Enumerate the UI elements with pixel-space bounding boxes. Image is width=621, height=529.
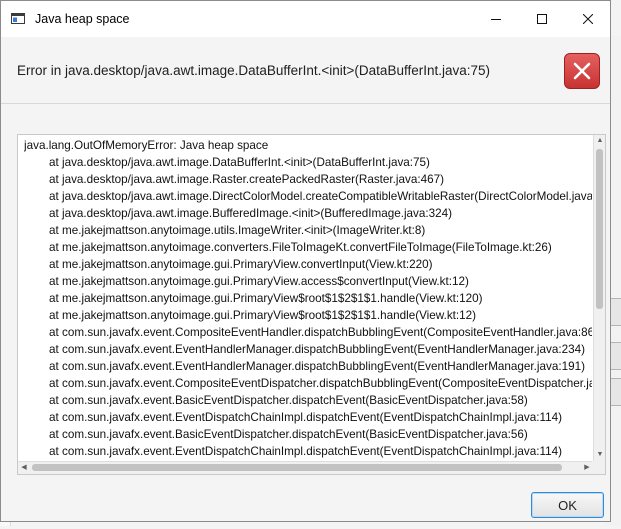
window-app-icon (11, 13, 25, 24)
stack-frame: at me.jakejmattson.anytoimage.utils.Imag… (49, 224, 426, 237)
stack-frame: at me.jakejmattson.anytoimage.converters… (49, 241, 552, 254)
error-x-icon (564, 53, 600, 89)
scrollbar-corner (592, 461, 605, 474)
error-dialog: Java heap space Error in java.desktop/ja… (0, 0, 611, 522)
stack-frame: at me.jakejmattson.anytoimage.gui.Primar… (49, 292, 483, 305)
vertical-scrollbar[interactable]: ▲ ▼ (593, 135, 605, 461)
stack-frame: at java.desktop/java.awt.image.Raster.cr… (49, 173, 444, 186)
scroll-down-icon[interactable]: ▼ (594, 449, 605, 461)
stack-frame: at com.sun.javafx.event.EventDispatchCha… (49, 411, 562, 424)
minimize-button[interactable] (473, 1, 519, 37)
maximize-icon (537, 14, 547, 24)
error-message: Error in java.desktop/java.awt.image.Dat… (17, 63, 491, 78)
scroll-left-icon[interactable]: ◀ (18, 462, 30, 474)
stack-frame: at com.sun.javafx.event.BasicEventDispat… (49, 394, 528, 407)
vertical-scroll-thumb[interactable] (596, 149, 603, 309)
stack-frame: at me.jakejmattson.anytoimage.gui.Primar… (49, 258, 433, 271)
x-mark-icon (573, 62, 591, 80)
stack-frame: at com.sun.javafx.event.EventHandlerMana… (49, 343, 585, 356)
stack-frame: at java.desktop/java.awt.image.DataBuffe… (49, 156, 430, 169)
horizontal-scroll-thumb[interactable] (32, 464, 562, 471)
close-button[interactable] (565, 1, 611, 37)
stack-frame: at com.sun.javafx.event.BasicEventDispat… (49, 428, 528, 441)
stacktrace-textarea[interactable]: java.lang.OutOfMemoryError: Java heap sp… (17, 134, 606, 475)
title-bar[interactable]: Java heap space (1, 1, 610, 37)
stack-frame: at java.desktop/java.awt.image.DirectCol… (49, 190, 592, 203)
dialog-content: java.lang.OutOfMemoryError: Java heap sp… (1, 104, 610, 521)
stack-frame: at me.jakejmattson.anytoimage.gui.Primar… (49, 309, 477, 322)
stack-frame: at com.sun.javafx.event.CompositeEventHa… (49, 326, 592, 339)
close-icon (583, 14, 593, 24)
exception-line: java.lang.OutOfMemoryError: Java heap sp… (24, 139, 269, 152)
stack-frame: at com.sun.javafx.event.CompositeEventDi… (49, 377, 592, 390)
maximize-button[interactable] (519, 1, 565, 37)
stacktrace-text: java.lang.OutOfMemoryError: Java heap sp… (24, 137, 592, 459)
stack-frame: at com.sun.javafx.event.EventDispatchCha… (49, 445, 562, 458)
scroll-up-icon[interactable]: ▲ (594, 135, 605, 147)
window-title: Java heap space (35, 12, 130, 26)
stack-frame: at com.sun.javafx.event.EventHandlerMana… (49, 360, 585, 373)
minimize-icon (491, 19, 501, 20)
ok-button[interactable]: OK (531, 492, 604, 518)
stack-frame: at me.jakejmattson.anytoimage.gui.Primar… (49, 275, 469, 288)
stack-frame: at java.desktop/java.awt.image.BufferedI… (49, 207, 453, 220)
horizontal-scrollbar[interactable]: ◀ ▶ (18, 461, 593, 474)
dialog-header: Error in java.desktop/java.awt.image.Dat… (1, 37, 610, 104)
